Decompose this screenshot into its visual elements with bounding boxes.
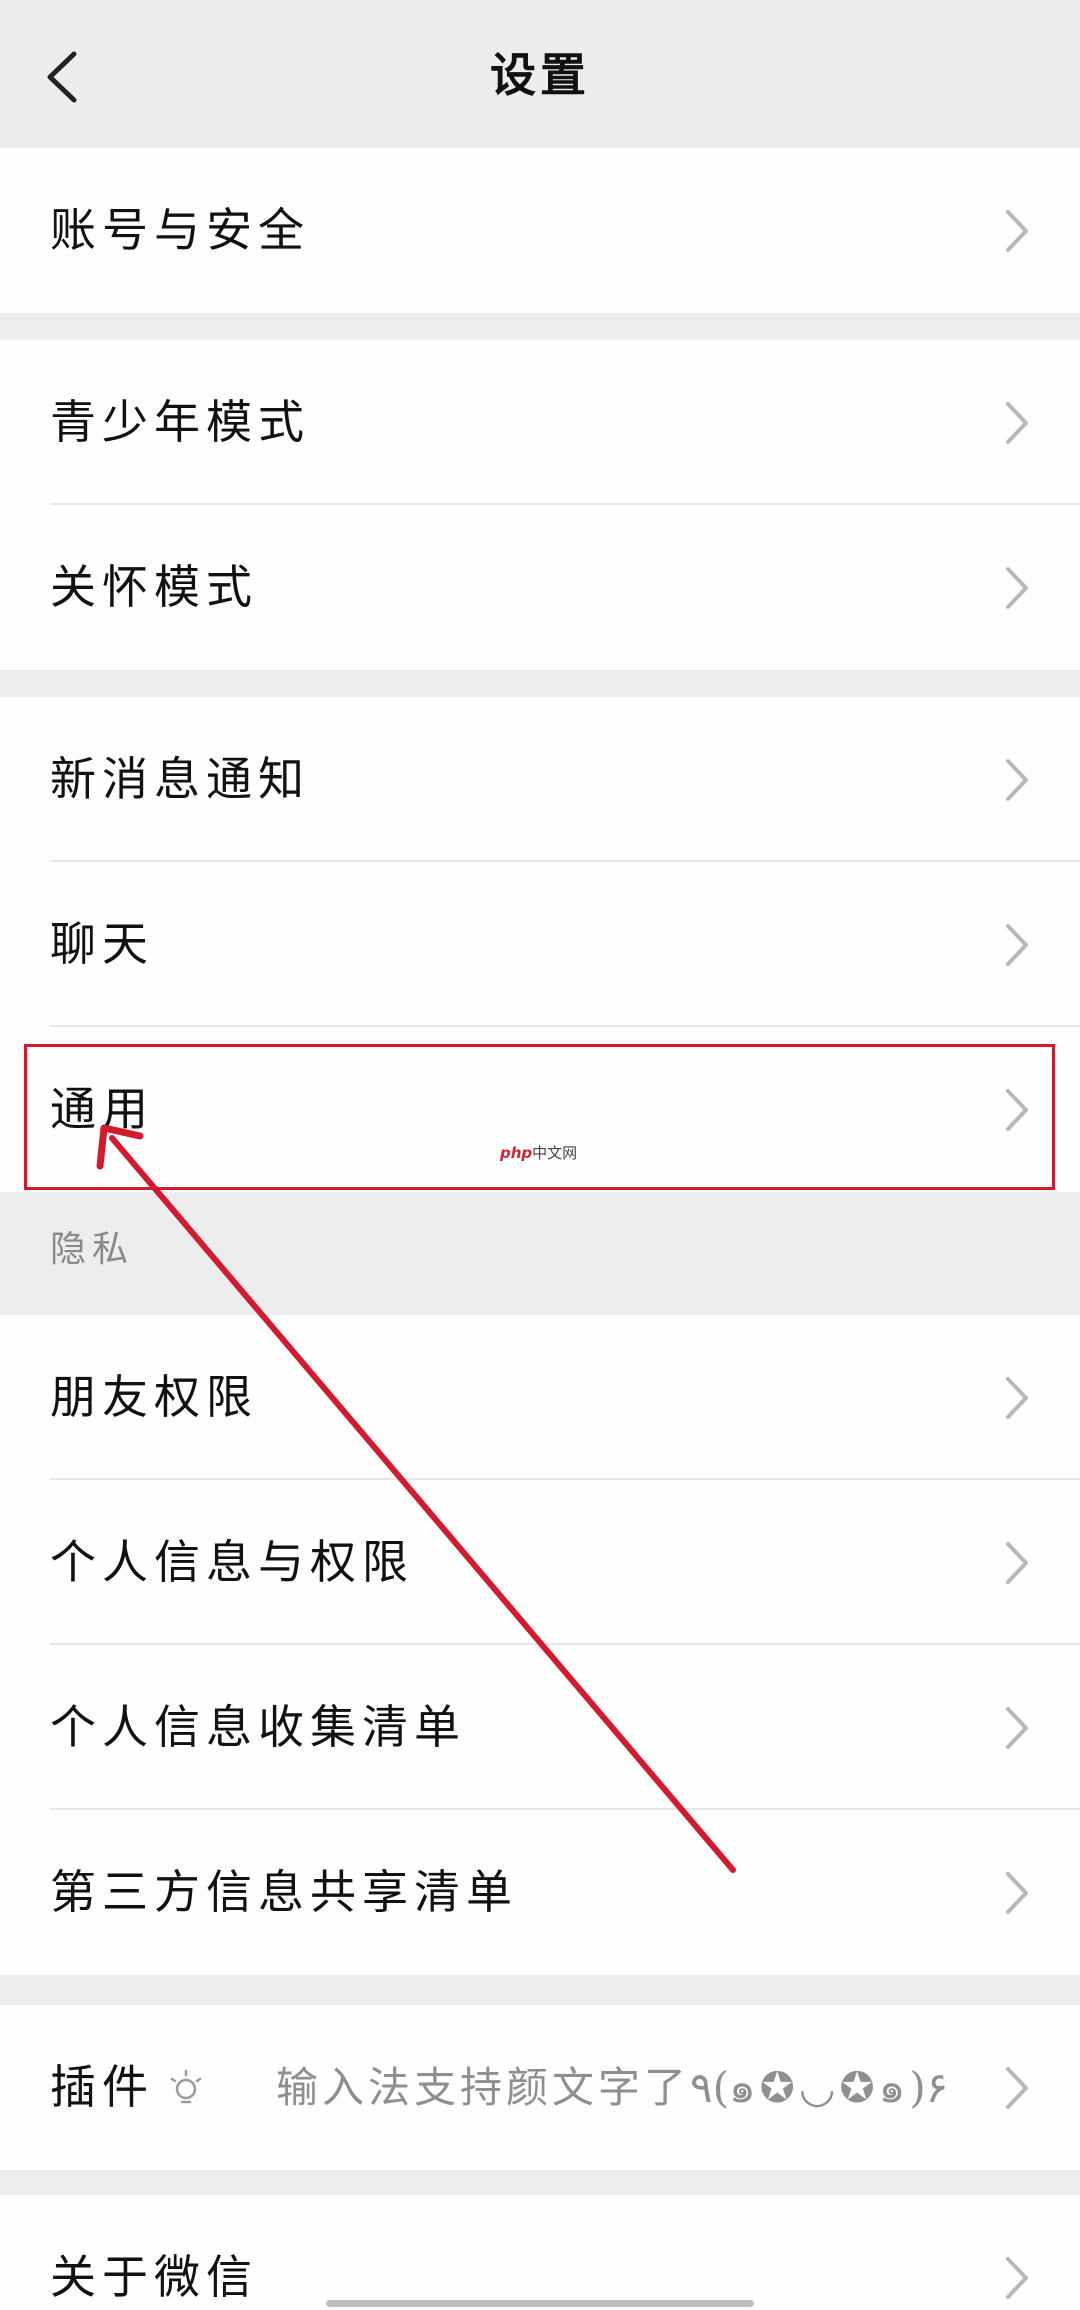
settings-item-label: 账号与安全	[50, 203, 310, 257]
section-title-privacy: 隐私	[50, 1229, 135, 1270]
plugin-status-text: 输入法支持颜文字了٩(๑✪◡✪๑)۶	[276, 2063, 949, 2112]
navigation-bar: 设置	[0, 0, 1080, 148]
watermark-text: 中文网	[532, 1144, 578, 1162]
chevron-right-icon	[1006, 2257, 1028, 2299]
settings-item-chat[interactable]: 聊天	[0, 862, 1080, 1027]
settings-item-label: 插件	[50, 2060, 154, 2114]
settings-item-notifications[interactable]: 新消息通知	[0, 697, 1080, 862]
settings-item-label: 青少年模式	[50, 395, 310, 449]
group-about: 关于微信	[0, 2195, 1080, 2310]
chevron-right-icon	[1006, 924, 1028, 966]
group-general: 新消息通知 聊天 通用	[0, 697, 1080, 1192]
settings-item-label: 关怀模式	[50, 560, 258, 614]
chevron-right-icon	[1006, 402, 1028, 444]
group-privacy: 朋友权限 个人信息与权限 个人信息收集清单 第三方信息共享清单	[0, 1315, 1080, 1975]
settings-item-teen-mode[interactable]: 青少年模式	[0, 340, 1080, 505]
settings-item-about-wechat[interactable]: 关于微信	[0, 2195, 1080, 2310]
chevron-right-icon	[1006, 1377, 1028, 1419]
settings-item-label: 个人信息收集清单	[50, 1700, 466, 1754]
watermark-brand: php	[500, 1144, 533, 1162]
chevron-right-icon	[1006, 1089, 1028, 1131]
settings-item-care-mode[interactable]: 关怀模式	[0, 505, 1080, 670]
settings-item-label: 聊天	[50, 917, 154, 971]
chevron-right-icon	[1006, 210, 1028, 252]
chevron-right-icon	[1006, 1707, 1028, 1749]
settings-item-label: 通用	[50, 1082, 154, 1136]
settings-item-personal-info-permissions[interactable]: 个人信息与权限	[0, 1480, 1080, 1645]
settings-item-label: 个人信息与权限	[50, 1535, 414, 1589]
settings-item-third-party-sharing[interactable]: 第三方信息共享清单	[0, 1810, 1080, 1975]
lightbulb-icon	[170, 2069, 202, 2104]
settings-item-general[interactable]: 通用	[0, 1027, 1080, 1192]
chevron-right-icon	[1006, 1542, 1028, 1584]
chevron-right-icon	[1006, 1872, 1028, 1914]
group-plugins: 插件 输入法支持颜文字了٩(๑✪◡✪๑)۶	[0, 2005, 1080, 2170]
settings-item-label: 朋友权限	[50, 1370, 258, 1424]
watermark: php中文网	[500, 1142, 577, 1163]
settings-item-label: 第三方信息共享清单	[50, 1865, 518, 1919]
settings-item-label: 关于微信	[50, 2250, 258, 2304]
settings-item-label: 新消息通知	[50, 752, 310, 806]
page-title: 设置	[490, 48, 590, 102]
settings-item-friend-permissions[interactable]: 朋友权限	[0, 1315, 1080, 1480]
chevron-right-icon	[1006, 567, 1028, 609]
chevron-right-icon	[1006, 2067, 1028, 2109]
chevron-right-icon	[1006, 759, 1028, 801]
group-account: 账号与安全	[0, 148, 1080, 313]
settings-item-account-security[interactable]: 账号与安全	[0, 148, 1080, 313]
settings-item-personal-info-collection[interactable]: 个人信息收集清单	[0, 1645, 1080, 1810]
settings-item-plugins[interactable]: 插件 输入法支持颜文字了٩(๑✪◡✪๑)۶	[0, 2005, 1080, 2170]
home-indicator	[326, 2300, 754, 2307]
group-modes: 青少年模式 关怀模式	[0, 340, 1080, 670]
